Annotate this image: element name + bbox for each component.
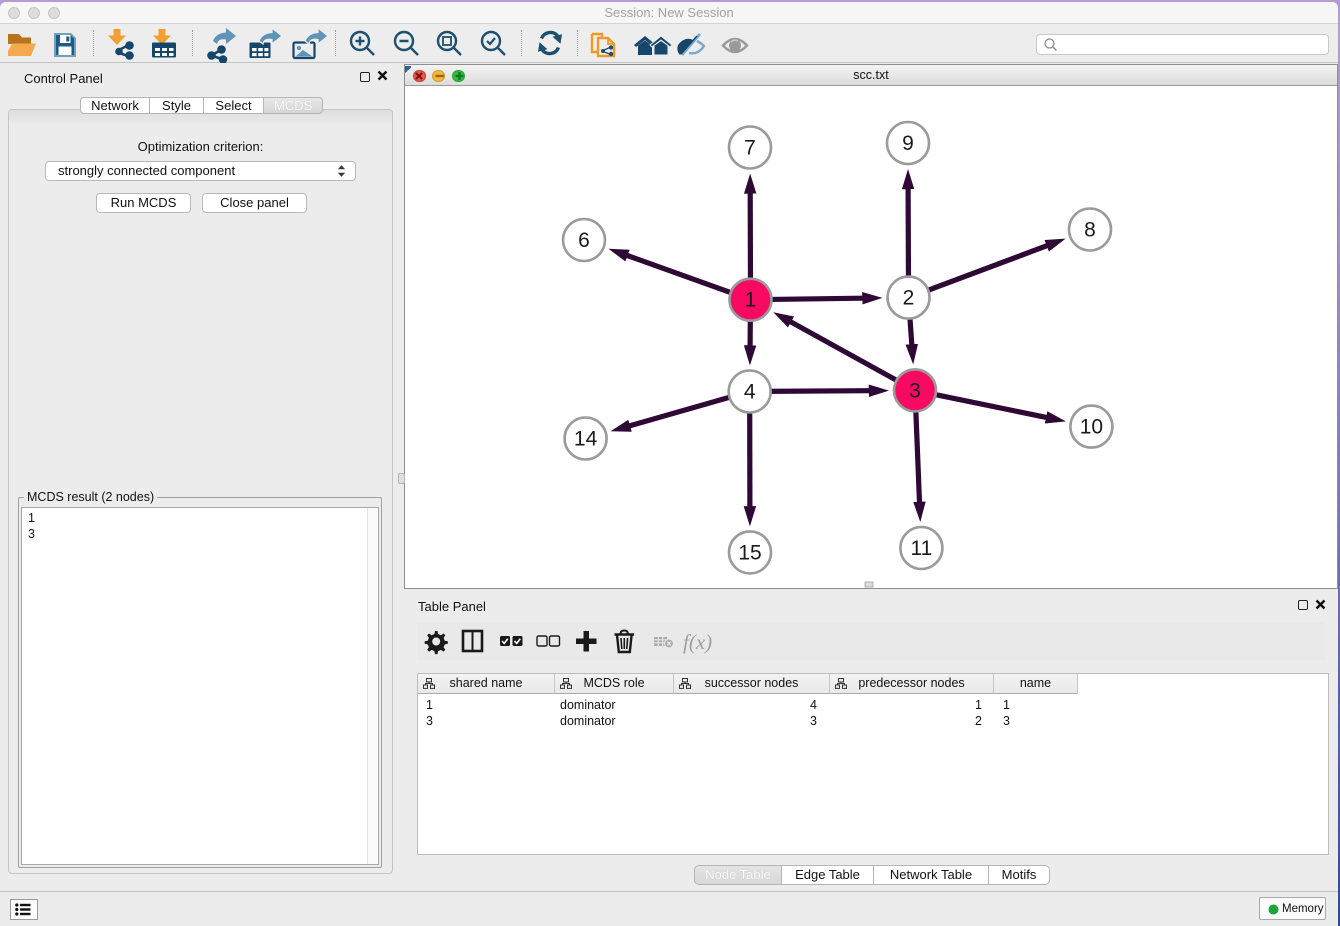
svg-text:9: 9	[902, 132, 914, 155]
svg-text:11: 11	[910, 537, 932, 560]
svg-text:15: 15	[738, 541, 761, 564]
svg-text:3: 3	[909, 379, 921, 402]
svg-text:2: 2	[903, 287, 915, 310]
svg-text:f(x): f(x)	[683, 630, 712, 654]
svg-text:1: 1	[745, 289, 757, 312]
svg-text:10: 10	[1080, 416, 1103, 439]
svg-text:8: 8	[1084, 219, 1096, 242]
svg-text:4: 4	[744, 381, 756, 404]
svg-text:7: 7	[744, 137, 756, 160]
svg-text:14: 14	[574, 428, 598, 451]
svg-text:6: 6	[578, 229, 590, 252]
